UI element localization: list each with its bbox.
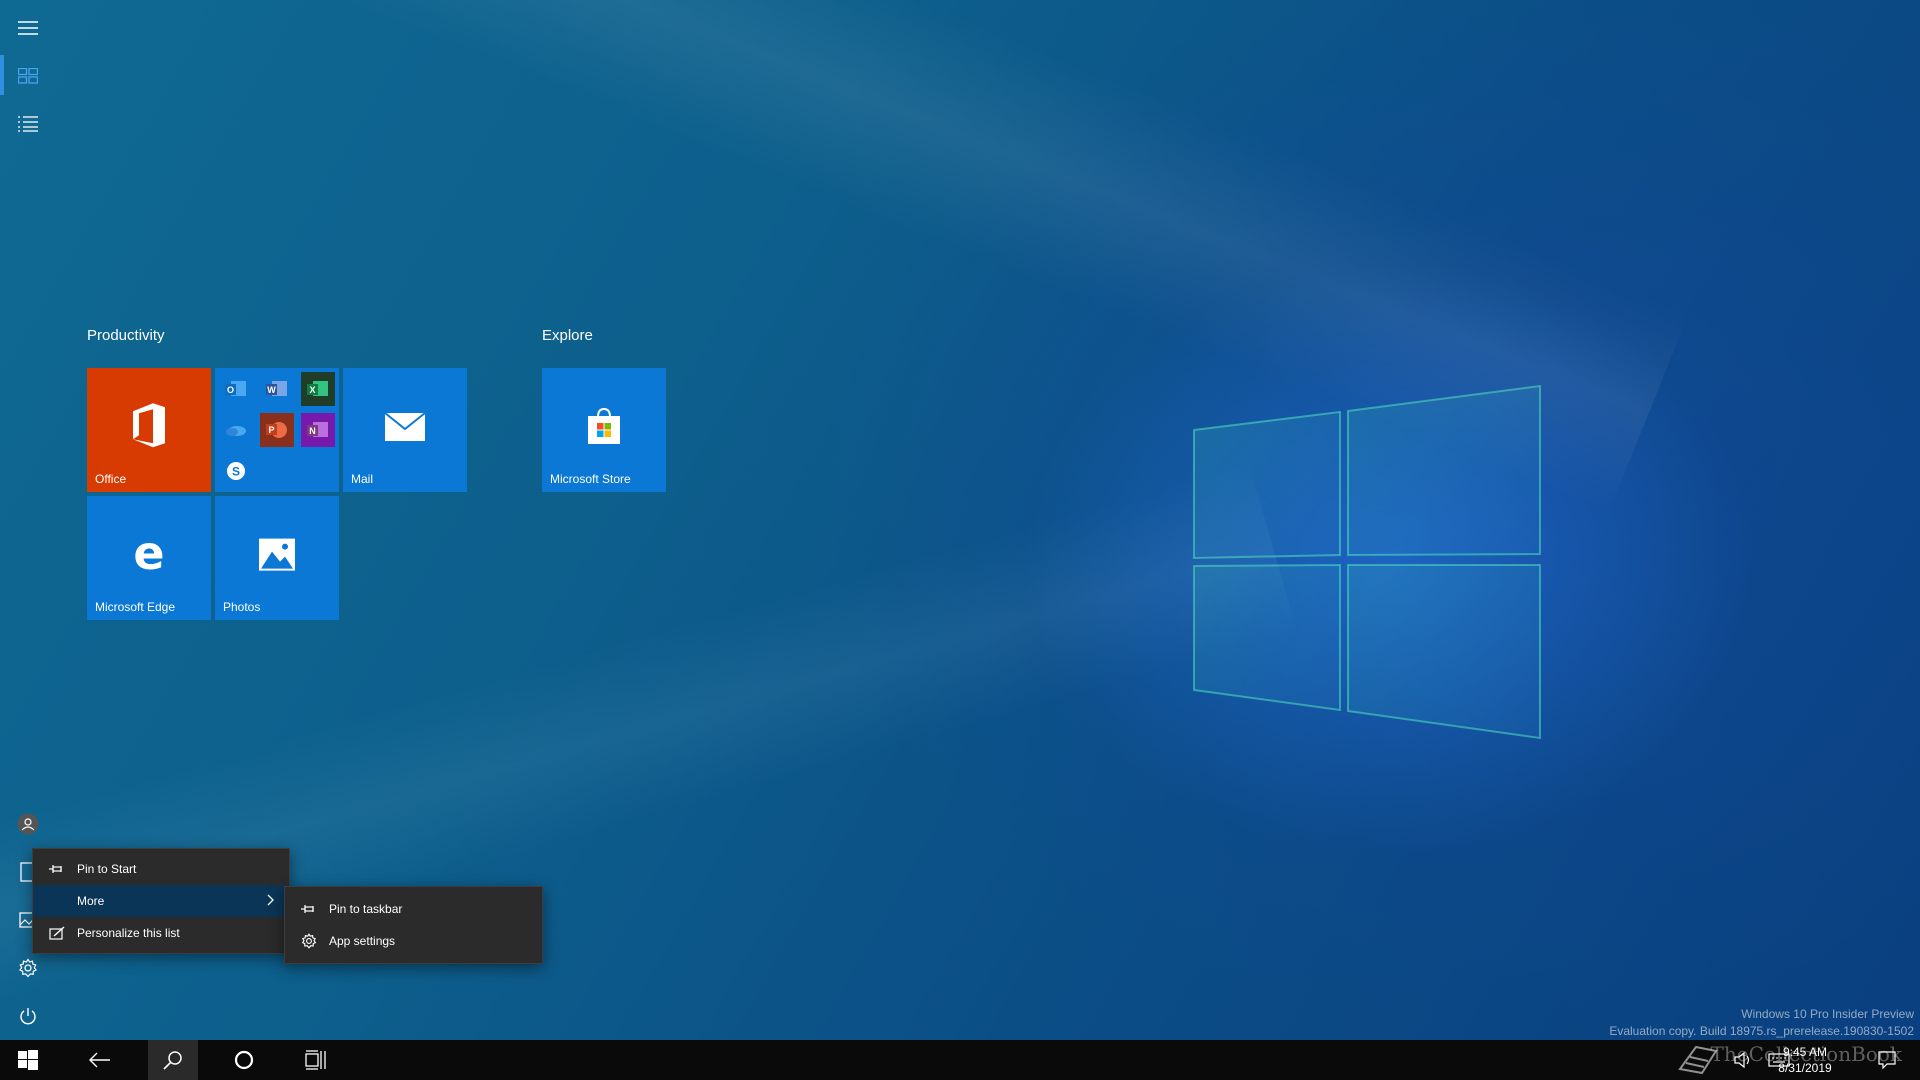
- gear-icon: [299, 933, 319, 949]
- brand-watermark: TheCollectionBook: [1710, 1042, 1902, 1066]
- tiles-icon: [18, 68, 38, 84]
- onenote-icon: N: [301, 413, 335, 447]
- user-account-button[interactable]: [0, 800, 56, 848]
- tile-microsoft-edge[interactable]: e Microsoft Edge: [87, 496, 211, 620]
- svg-text:S: S: [232, 465, 240, 479]
- task-view-button[interactable]: [292, 1040, 340, 1080]
- hamburger-icon: [18, 21, 38, 35]
- gear-icon: [19, 958, 37, 978]
- group-title-explore[interactable]: Explore: [542, 327, 593, 344]
- tile-label: Photos: [223, 600, 261, 614]
- pin-icon: [47, 864, 67, 874]
- list-icon: [18, 116, 38, 132]
- pinned-tiles-button[interactable]: [0, 52, 56, 100]
- menu-item-label: Personalize this list: [77, 926, 180, 940]
- context-menu: Pin to Start More Personalize this list: [32, 848, 290, 954]
- tile-office[interactable]: Office: [87, 368, 211, 492]
- tile-label: Microsoft Edge: [95, 600, 176, 614]
- edge-icon: e: [133, 534, 164, 574]
- svg-text:W: W: [267, 385, 276, 395]
- word-icon: W: [260, 372, 294, 406]
- svg-text:P: P: [268, 425, 274, 435]
- back-arrow-icon: [89, 1052, 110, 1068]
- menu-item-app-settings[interactable]: App settings: [285, 925, 542, 957]
- svg-text:O: O: [227, 385, 234, 395]
- search-icon: [163, 1051, 182, 1070]
- tile-microsoft-store[interactable]: Microsoft Store: [542, 368, 666, 492]
- menu-item-label: Pin to taskbar: [329, 902, 403, 916]
- svg-text:N: N: [309, 426, 316, 436]
- group-title-productivity[interactable]: Productivity: [87, 327, 165, 344]
- tile-label: Mail: [351, 472, 374, 486]
- tile-label: Microsoft Store: [550, 472, 631, 486]
- menu-item-pin-to-start[interactable]: Pin to Start: [33, 853, 289, 885]
- menu-item-more[interactable]: More: [33, 885, 289, 917]
- menu-item-label: Pin to Start: [77, 862, 137, 876]
- all-apps-button[interactable]: [0, 100, 56, 148]
- chevron-right-icon: [267, 894, 274, 906]
- cortana-button[interactable]: [220, 1040, 268, 1080]
- evaluation-watermark: Windows 10 Pro Insider Preview Evaluatio…: [1609, 1006, 1914, 1040]
- menu-item-label: App settings: [329, 934, 396, 948]
- powerpoint-icon: P: [260, 413, 294, 447]
- back-button[interactable]: [76, 1040, 124, 1080]
- menu-item-label: More: [77, 894, 105, 908]
- skype-icon: S: [219, 454, 253, 488]
- svg-text:e: e: [133, 534, 164, 574]
- onedrive-icon: [219, 413, 253, 447]
- avatar: [17, 813, 39, 835]
- office-icon: [133, 403, 165, 448]
- power-icon: [20, 1008, 36, 1025]
- windows-logo-wallpaper: [1193, 384, 1541, 740]
- taskbar: 9:45 AM 8/31/2019: [0, 1040, 1920, 1080]
- photos-icon: [259, 538, 295, 571]
- expand-menu-button[interactable]: [0, 4, 56, 52]
- cortana-icon: [234, 1050, 254, 1070]
- task-view-icon: [305, 1050, 326, 1070]
- power-button[interactable]: [0, 992, 56, 1040]
- personalize-icon: [47, 926, 67, 940]
- svg-text:X: X: [309, 385, 315, 395]
- mail-icon: [384, 412, 426, 441]
- windows-icon: [18, 1050, 38, 1070]
- outlook-icon: O: [219, 372, 253, 406]
- menu-item-pin-to-taskbar[interactable]: Pin to taskbar: [285, 893, 542, 925]
- search-button[interactable]: [148, 1040, 198, 1080]
- submenu: Pin to taskbar App settings: [284, 886, 543, 964]
- excel-icon: X: [301, 372, 335, 406]
- tile-label: Office: [95, 472, 127, 486]
- watermark-line: Windows 10 Pro Insider Preview: [1741, 1007, 1914, 1021]
- store-icon: [588, 407, 620, 444]
- menu-item-personalize-list[interactable]: Personalize this list: [33, 917, 289, 949]
- pin-icon: [299, 904, 319, 914]
- watermark-line: Evaluation copy. Build 18975.rs_prerelea…: [1609, 1024, 1914, 1038]
- tile-mail[interactable]: Mail: [343, 368, 467, 492]
- tile-office-apps-folder[interactable]: O W X P N S: [215, 368, 339, 492]
- tile-photos[interactable]: Photos: [215, 496, 339, 620]
- start-button[interactable]: [4, 1040, 52, 1080]
